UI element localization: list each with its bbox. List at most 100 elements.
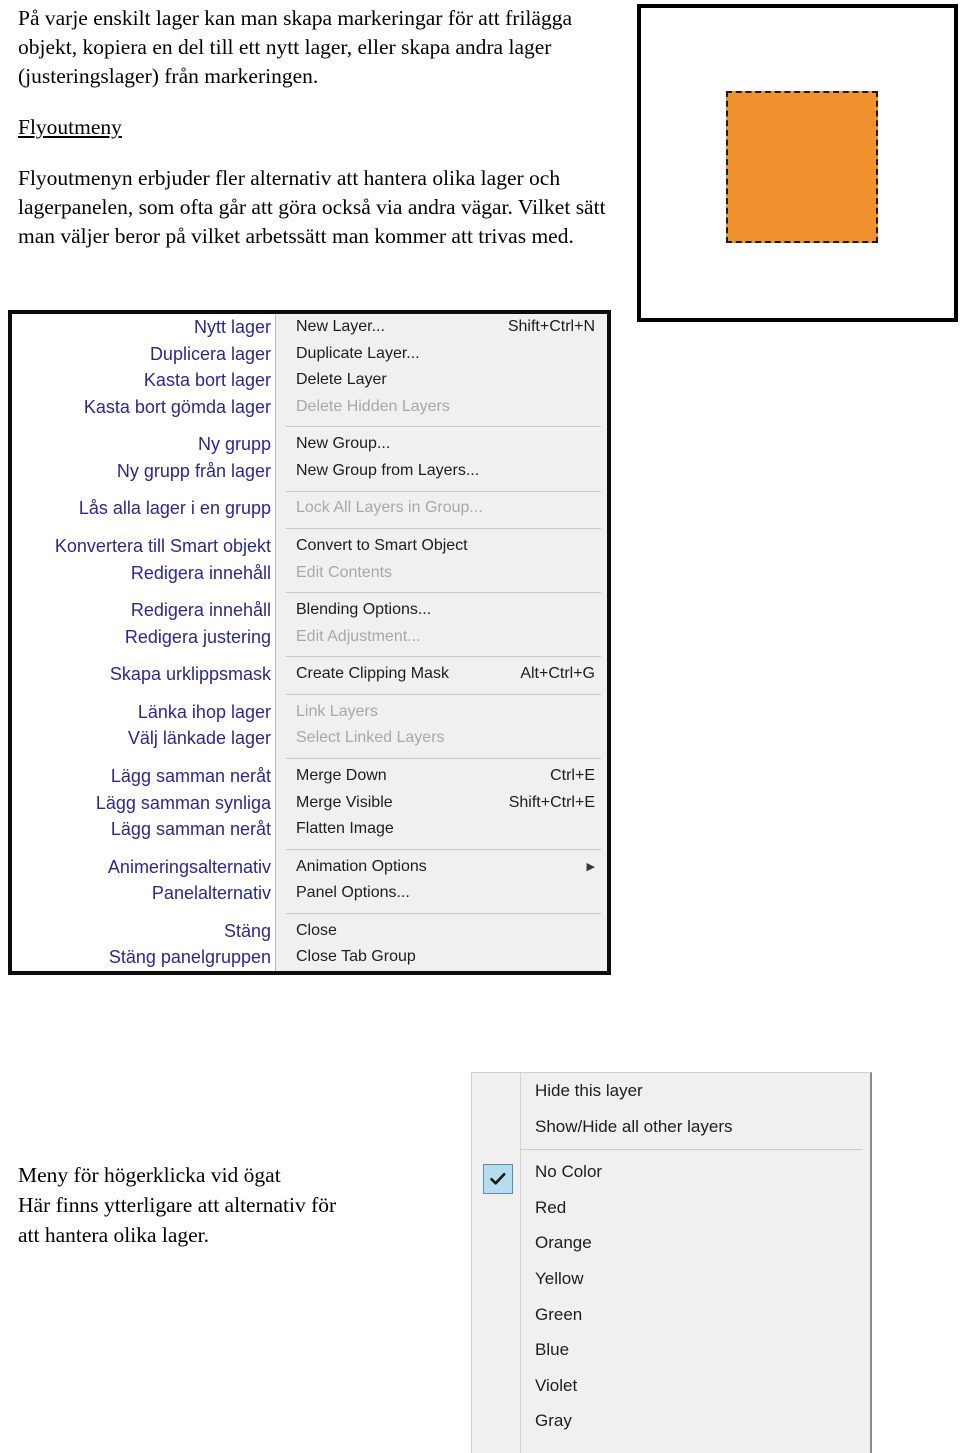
menu-separator (276, 586, 607, 597)
menu-item[interactable]: Animation Options ▶ (276, 854, 607, 881)
menu-item-label: Duplicate Layer... (296, 344, 420, 362)
menu-group-spacer (12, 650, 275, 661)
intro-paragraph-1: På varje enskilt lager kan man skapa mar… (18, 6, 572, 88)
swedish-menu-label: Ny grupp (197, 434, 271, 455)
menu-item-label: New Group... (296, 435, 391, 453)
menu-item: Edit Contents (276, 560, 607, 587)
menu-item-label: Merge Down (296, 766, 387, 784)
menu-item-shortcut: Ctrl+E (550, 766, 595, 784)
swedish-menu-label: Välj länkade lager (127, 728, 271, 749)
flyoutmeny-heading: Flyoutmeny (18, 115, 122, 139)
menu-item-label: Lock All Layers in Group... (296, 499, 483, 517)
menu-separator (276, 420, 607, 431)
menu-item[interactable]: Flatten Image (276, 816, 607, 843)
swedish-menu-label: Skapa urklippsmask (109, 664, 271, 685)
context-menu-item[interactable]: Yellow (521, 1261, 870, 1297)
swedish-menu-label: Lägg samman neråt (110, 765, 271, 786)
swedish-menu-label: Stäng panelgruppen (108, 947, 271, 968)
menu-item-label: Delete Layer (296, 371, 387, 389)
menu-item-shortcut: Shift+Ctrl+E (508, 793, 595, 811)
swedish-menu-label: Länka ihop lager (137, 701, 271, 722)
menu-item-label: Flatten Image (296, 820, 394, 838)
swedish-menu-label: Lås alla lager i en grupp (78, 498, 271, 519)
menu-item[interactable]: Convert to Smart Object (276, 533, 607, 560)
intro-paragraph-2: Flyoutmenyn erbjuder fler alternativ att… (18, 166, 606, 248)
menu-item: Edit Adjustment... (276, 624, 607, 651)
menu-separator (276, 752, 607, 763)
orange-selection-square (726, 91, 878, 243)
menu-separator (276, 688, 607, 699)
swedish-menu-label: Panelalternativ (151, 883, 271, 904)
swedish-menu-label: Redigera innehåll (130, 600, 271, 621)
menu-item-label: Edit Adjustment... (296, 627, 421, 645)
menu-group-spacer (12, 843, 275, 854)
menu-item-label: Delete Hidden Layers (296, 397, 450, 415)
menu-item[interactable]: Merge Visible Shift+Ctrl+E (276, 790, 607, 817)
submenu-arrow-icon: ▶ (586, 860, 595, 873)
menu-item-label: Merge Visible (296, 793, 393, 811)
menu-item-label: Panel Options... (296, 884, 410, 902)
menu-group-spacer (12, 907, 275, 918)
context-menu-item-list[interactable]: Hide this layer Show/Hide all other layer… (521, 1073, 870, 1453)
menu-group-spacer (12, 522, 275, 533)
menu-item: Link Layers (276, 699, 607, 726)
menu-group-spacer (12, 420, 275, 431)
menu-item-label: Link Layers (296, 702, 378, 720)
menu-item-shortcut: Shift+Ctrl+N (507, 318, 595, 335)
eye-right-click-context-menu[interactable]: Hide this layer Show/Hide all other layer… (471, 1072, 872, 1453)
menu-separator (276, 485, 607, 496)
menu-item-label: Select Linked Layers (296, 729, 445, 747)
menu-item[interactable]: New Group... (276, 431, 607, 458)
menu-separator (276, 843, 607, 854)
menu-item-label: Blending Options... (296, 601, 432, 619)
menu-item[interactable]: Delete Layer (276, 367, 607, 394)
menu-separator (276, 522, 607, 533)
menu-item-shortcut: Alt+Ctrl+G (520, 665, 595, 683)
menu-item-label: Close Tab Group (296, 948, 416, 966)
english-flyout-menu[interactable]: New Layer... Shift+Ctrl+N Duplicate Layer.… (276, 314, 607, 971)
context-menu-item[interactable]: No Color (521, 1154, 870, 1190)
intro-text-block: På varje enskilt lager kan man skapa mar… (18, 4, 618, 251)
menu-item[interactable]: Close Tab Group (276, 944, 607, 971)
context-menu-separator (521, 1144, 870, 1154)
menu-separator (276, 650, 607, 661)
menu-item[interactable]: New Layer... Shift+Ctrl+N (276, 314, 607, 341)
context-menu-item[interactable]: Green (521, 1297, 870, 1333)
menu-item-label: Close (296, 921, 337, 939)
context-menu-item[interactable]: Red (521, 1190, 870, 1226)
swedish-menu-label: Duplicera lager (149, 343, 271, 364)
swedish-menu-label: Redigera innehåll (130, 562, 271, 583)
menu-item[interactable]: Merge Down Ctrl+E (276, 763, 607, 790)
swedish-menu-label: Animeringsalternativ (107, 856, 271, 877)
menu-item[interactable]: Duplicate Layer... (276, 341, 607, 368)
context-menu-check-gutter (472, 1073, 521, 1453)
swedish-menu-label: Stäng (223, 920, 271, 941)
menu-item[interactable]: New Group from Layers... (276, 458, 607, 485)
context-menu-item[interactable]: Show/Hide all other layers (521, 1109, 870, 1145)
menu-item-label: New Layer... (296, 318, 385, 335)
context-menu-item[interactable]: Orange (521, 1225, 870, 1261)
swedish-menu-label: Kasta bort gömda lager (83, 396, 271, 417)
swedish-label-column: Nytt lager Duplicera lager Kasta bort lage… (12, 314, 276, 971)
context-menu-item[interactable]: Blue (521, 1332, 870, 1368)
menu-separator (276, 907, 607, 918)
menu-item[interactable]: Close (276, 918, 607, 945)
context-menu-item[interactable]: Violet (521, 1368, 870, 1404)
checkmark-icon[interactable] (483, 1164, 513, 1194)
menu-group-spacer (12, 688, 275, 699)
bottom-caption-block: Meny för högerklicka vid ögat Här finns … (18, 1160, 448, 1250)
context-menu-item[interactable]: Gray (521, 1403, 870, 1439)
menu-group-spacer (12, 485, 275, 496)
menu-item[interactable]: Panel Options... (276, 880, 607, 907)
swedish-menu-label: Konvertera till Smart objekt (54, 536, 271, 557)
menu-item: Delete Hidden Layers (276, 394, 607, 421)
menu-item-label: Edit Contents (296, 563, 393, 581)
menu-item[interactable]: Blending Options... (276, 597, 607, 624)
context-menu-item[interactable]: Hide this layer (521, 1073, 870, 1109)
menu-item: Select Linked Layers (276, 725, 607, 752)
menu-item[interactable]: Create Clipping Mask Alt+Ctrl+G (276, 661, 607, 688)
flyout-menu-figure: Nytt lager Duplicera lager Kasta bort lage… (8, 310, 611, 975)
menu-item-label: New Group from Layers... (296, 461, 480, 479)
menu-item-label: Create Clipping Mask (296, 665, 449, 683)
